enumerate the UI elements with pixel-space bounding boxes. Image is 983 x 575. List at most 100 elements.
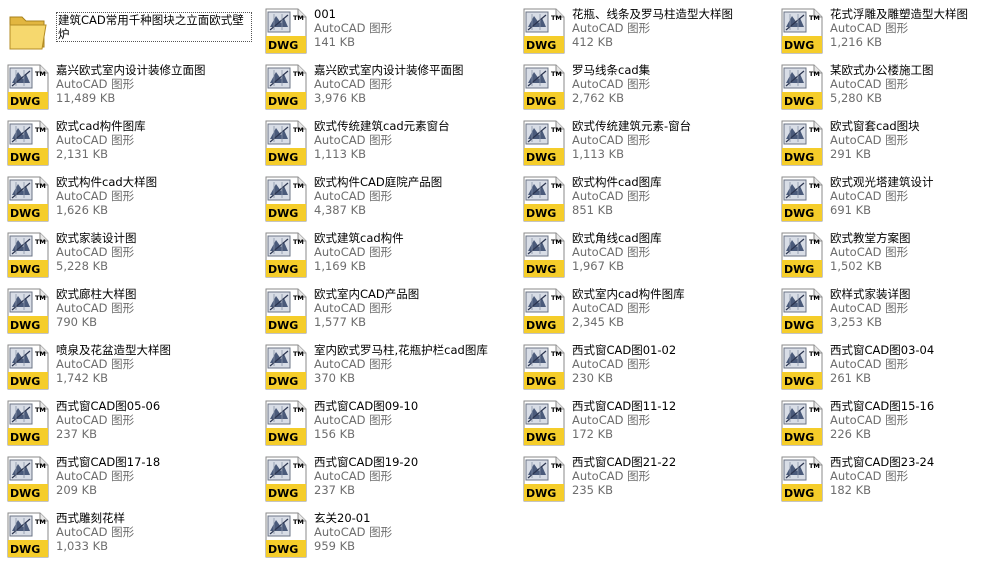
dwg-file-icon: TM DWG [4, 287, 52, 335]
file-info: 欧式构件cad图库 AutoCAD 图形 851 KB [572, 174, 662, 217]
file-info: 欧式cad构件图库 AutoCAD 图形 2,131 KB [56, 118, 146, 161]
svg-text:TM: TM [551, 182, 562, 190]
file-name: 欧式教堂方案图 [830, 231, 911, 245]
file-type: AutoCAD 图形 [314, 301, 393, 315]
file-item[interactable]: TM DWG 欧式构件cad大样图 AutoCAD 图形 1,626 KB [0, 174, 258, 230]
file-item[interactable]: TM DWG 某欧式办公楼施工图 AutoCAD 图形 5,280 KB [774, 62, 983, 118]
file-name: 欧式构件cad大样图 [56, 175, 158, 189]
file-size: 182 KB [830, 483, 872, 497]
file-item[interactable]: TM DWG 西式窗CAD图23-24 AutoCAD 图形 182 KB [774, 454, 983, 510]
file-item[interactable]: TM DWG 花瓶、线条及罗马柱造型大样图 AutoCAD 图形 412 KB [516, 6, 774, 62]
file-item[interactable]: TM DWG 室内欧式罗马柱,花瓶护栏cad图库 AutoCAD 图形 370 … [258, 342, 516, 398]
file-item[interactable]: TM DWG 欧式构件CAD庭院产品图 AutoCAD 图形 4,387 KB [258, 174, 516, 230]
file-item[interactable]: TM DWG 欧式家装设计图 AutoCAD 图形 5,228 KB [0, 230, 258, 286]
file-item[interactable]: TM DWG 欧式室内CAD产品图 AutoCAD 图形 1,577 KB [258, 286, 516, 342]
file-type: AutoCAD 图形 [830, 469, 909, 483]
file-info: 西式窗CAD图23-24 AutoCAD 图形 182 KB [830, 454, 934, 497]
file-item[interactable]: TM DWG 欧式教堂方案图 AutoCAD 图形 1,502 KB [774, 230, 983, 286]
file-item[interactable]: TM DWG 花式浮雕及雕塑造型大样图 AutoCAD 图形 1,216 KB [774, 6, 983, 62]
file-item[interactable]: TM DWG 西式雕刻花样 AutoCAD 图形 1,033 KB [0, 510, 258, 566]
svg-text:TM: TM [809, 238, 820, 246]
file-item[interactable]: TM DWG 玄关20-01 AutoCAD 图形 959 KB [258, 510, 516, 566]
svg-text:DWG: DWG [10, 263, 40, 276]
file-item[interactable]: TM DWG 欧式传统建筑cad元素窗台 AutoCAD 图形 1,113 KB [258, 118, 516, 174]
file-item[interactable]: TM DWG 欧式室内cad构件图库 AutoCAD 图形 2,345 KB [516, 286, 774, 342]
file-item[interactable]: TM DWG 西式窗CAD图21-22 AutoCAD 图形 235 KB [516, 454, 774, 510]
file-item[interactable]: TM DWG 西式窗CAD图09-10 AutoCAD 图形 156 KB [258, 398, 516, 454]
svg-text:TM: TM [293, 70, 304, 78]
file-item[interactable]: TM DWG 西式窗CAD图11-12 AutoCAD 图形 172 KB [516, 398, 774, 454]
file-info: 西式窗CAD图03-04 AutoCAD 图形 261 KB [830, 342, 934, 385]
file-item[interactable]: TM DWG 欧式观光塔建筑设计 AutoCAD 图形 691 KB [774, 174, 983, 230]
svg-text:DWG: DWG [268, 319, 298, 332]
file-item[interactable]: TM DWG 欧式廊柱大样图 AutoCAD 图形 790 KB [0, 286, 258, 342]
svg-text:TM: TM [35, 406, 46, 414]
file-size: 1,626 KB [56, 203, 109, 217]
file-item[interactable]: TM DWG 欧式建筑cad构件 AutoCAD 图形 1,169 KB [258, 230, 516, 286]
file-info: 欧样式家装详图 AutoCAD 图形 3,253 KB [830, 286, 911, 329]
file-info: 欧式室内CAD产品图 AutoCAD 图形 1,577 KB [314, 286, 419, 329]
file-info: 欧式建筑cad构件 AutoCAD 图形 1,169 KB [314, 230, 404, 273]
folder-item[interactable]: 建筑CAD常用千种图块之立面欧式壁炉 [0, 6, 258, 62]
folder-icon [4, 7, 52, 55]
file-type: AutoCAD 图形 [314, 413, 393, 427]
svg-text:TM: TM [293, 518, 304, 526]
svg-text:DWG: DWG [268, 95, 298, 108]
svg-text:DWG: DWG [784, 319, 814, 332]
file-item[interactable]: TM DWG 欧样式家装详图 AutoCAD 图形 3,253 KB [774, 286, 983, 342]
file-type: AutoCAD 图形 [314, 469, 393, 483]
file-info: 室内欧式罗马柱,花瓶护栏cad图库 AutoCAD 图形 370 KB [314, 342, 488, 385]
svg-text:DWG: DWG [10, 95, 40, 108]
file-info: 欧式传统建筑元素-窗台 AutoCAD 图形 1,113 KB [572, 118, 691, 161]
file-name: 西式窗CAD图03-04 [830, 343, 935, 357]
file-type: AutoCAD 图形 [56, 301, 135, 315]
svg-text:DWG: DWG [268, 151, 298, 164]
file-name: 欧式角线cad图库 [572, 231, 662, 245]
file-type: AutoCAD 图形 [572, 21, 651, 35]
file-item[interactable]: TM DWG 欧式构件cad图库 AutoCAD 图形 851 KB [516, 174, 774, 230]
svg-text:TM: TM [809, 406, 820, 414]
svg-text:DWG: DWG [784, 207, 814, 220]
file-item[interactable]: TM DWG 嘉兴欧式室内设计装修立面图 AutoCAD 图形 11,489 K… [0, 62, 258, 118]
svg-text:DWG: DWG [10, 543, 40, 556]
file-name: 欧式室内CAD产品图 [314, 287, 420, 301]
file-name: 西式窗CAD图19-20 [314, 455, 419, 469]
file-name: 西式窗CAD图23-24 [830, 455, 935, 469]
dwg-file-icon: TM DWG [778, 63, 826, 111]
file-item[interactable]: TM DWG 欧式传统建筑元素-窗台 AutoCAD 图形 1,113 KB [516, 118, 774, 174]
svg-text:DWG: DWG [526, 319, 556, 332]
file-item[interactable]: TM DWG 欧式角线cad图库 AutoCAD 图形 1,967 KB [516, 230, 774, 286]
file-item[interactable]: TM DWG 罗马线条cad集 AutoCAD 图形 2,762 KB [516, 62, 774, 118]
file-item[interactable]: TM DWG 欧式cad构件图库 AutoCAD 图形 2,131 KB [0, 118, 258, 174]
file-size: 3,253 KB [830, 315, 883, 329]
file-name: 欧式廊柱大样图 [56, 287, 137, 301]
svg-text:DWG: DWG [784, 151, 814, 164]
file-item[interactable]: TM DWG 西式窗CAD图19-20 AutoCAD 图形 237 KB [258, 454, 516, 510]
file-type: AutoCAD 图形 [830, 413, 909, 427]
file-item[interactable]: TM DWG 西式窗CAD图03-04 AutoCAD 图形 261 KB [774, 342, 983, 398]
svg-text:DWG: DWG [784, 375, 814, 388]
file-info: 欧式传统建筑cad元素窗台 AutoCAD 图形 1,113 KB [314, 118, 450, 161]
file-item[interactable]: TM DWG 欧式窗套cad图块 AutoCAD 图形 291 KB [774, 118, 983, 174]
file-item[interactable]: TM DWG 嘉兴欧式室内设计装修平面图 AutoCAD 图形 3,976 KB [258, 62, 516, 118]
svg-text:DWG: DWG [784, 487, 814, 500]
file-type: AutoCAD 图形 [572, 77, 651, 91]
file-type: AutoCAD 图形 [56, 133, 135, 147]
file-name: 欧式建筑cad构件 [314, 231, 404, 245]
file-item[interactable]: TM DWG 001 AutoCAD 图形 141 KB [258, 6, 516, 62]
svg-text:DWG: DWG [10, 319, 40, 332]
file-item[interactable]: TM DWG 西式窗CAD图01-02 AutoCAD 图形 230 KB [516, 342, 774, 398]
dwg-file-icon: TM DWG [778, 231, 826, 279]
file-item[interactable]: TM DWG 喷泉及花盆造型大样图 AutoCAD 图形 1,742 KB [0, 342, 258, 398]
file-item[interactable]: TM DWG 西式窗CAD图05-06 AutoCAD 图形 237 KB [0, 398, 258, 454]
file-size: 959 KB [314, 539, 356, 553]
file-type: AutoCAD 图形 [830, 301, 909, 315]
file-info: 嘉兴欧式室内设计装修立面图 AutoCAD 图形 11,489 KB [56, 62, 206, 105]
file-name: 罗马线条cad集 [572, 63, 651, 77]
file-item[interactable]: TM DWG 西式窗CAD图15-16 AutoCAD 图形 226 KB [774, 398, 983, 454]
file-item[interactable]: TM DWG 西式窗CAD图17-18 AutoCAD 图形 209 KB [0, 454, 258, 510]
svg-text:TM: TM [35, 182, 46, 190]
file-name: 西式窗CAD图01-02 [572, 343, 677, 357]
file-info: 西式窗CAD图19-20 AutoCAD 图形 237 KB [314, 454, 418, 497]
svg-text:DWG: DWG [10, 431, 40, 444]
